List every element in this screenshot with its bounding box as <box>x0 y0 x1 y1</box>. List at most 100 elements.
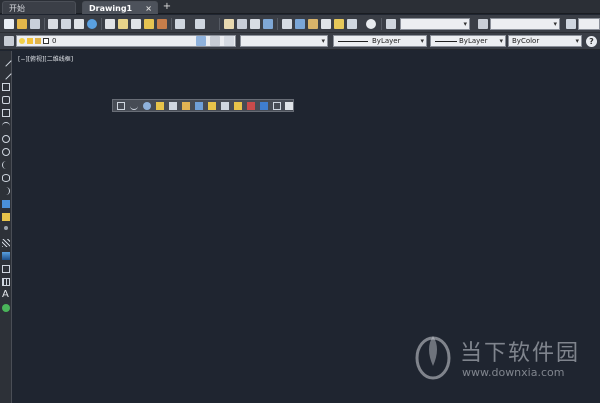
new-tab-button[interactable]: + <box>162 1 172 12</box>
ellipse-arc-icon[interactable] <box>2 187 10 195</box>
make-block-icon[interactable] <box>2 213 10 221</box>
text-style-dropdown[interactable]: ▾ <box>400 18 470 30</box>
field-icon[interactable] <box>195 102 203 110</box>
linetype-preview <box>338 41 368 42</box>
measure-icon[interactable] <box>156 102 164 110</box>
redo-icon[interactable] <box>195 19 205 29</box>
print-icon[interactable] <box>48 19 58 29</box>
multiline-text-glyph: A <box>2 289 9 300</box>
flag-icon[interactable] <box>247 102 255 110</box>
chevron-down-icon: ▾ <box>420 37 424 45</box>
toolbar-separator <box>44 18 45 30</box>
globe-icon[interactable] <box>87 19 97 29</box>
sun-freeze-icon[interactable] <box>27 38 33 44</box>
hatch-icon[interactable] <box>2 239 10 247</box>
document-tab-bar: 开始 Drawing1 × + <box>0 0 600 14</box>
plot-preview-icon[interactable] <box>61 19 71 29</box>
polyline-icon[interactable] <box>2 83 10 91</box>
table-style-icon[interactable] <box>566 19 576 29</box>
fill-icon[interactable] <box>208 102 216 110</box>
chevron-down-icon: ▾ <box>553 20 557 28</box>
match-properties-icon[interactable] <box>144 19 154 29</box>
cut-icon[interactable] <box>105 19 115 29</box>
point-icon[interactable] <box>4 226 8 230</box>
polygon-icon[interactable] <box>2 96 10 104</box>
layer-previous-icon[interactable] <box>210 36 220 46</box>
zoom-realtime-icon[interactable] <box>237 19 247 29</box>
plot-style-value: ByColor <box>512 37 540 45</box>
tab-home-label: 开始 <box>9 4 25 13</box>
zoom-previous-icon[interactable] <box>263 19 273 29</box>
lightbulb-icon[interactable] <box>19 38 25 44</box>
publish-icon[interactable] <box>74 19 84 29</box>
standard-toolbar: ▾ ▾ <box>0 15 600 33</box>
multiline-text-icon[interactable]: A <box>2 289 10 300</box>
layer-states-icon[interactable] <box>224 36 234 46</box>
table-style-dropdown[interactable] <box>578 18 600 30</box>
watermark-brand-text: 当下软件园 <box>460 341 581 366</box>
dimension-style-icon[interactable] <box>478 19 488 29</box>
make-current-layer-icon[interactable] <box>196 36 206 46</box>
viewport-controls-label[interactable]: [−][俯视][二维线框] <box>18 54 73 63</box>
design-center-icon[interactable] <box>295 19 305 29</box>
gear-icon[interactable] <box>143 102 151 110</box>
color-control-dropdown[interactable]: ▾ <box>240 35 328 47</box>
layer-tool-icon[interactable] <box>234 102 242 110</box>
text-edit-icon[interactable] <box>182 102 190 110</box>
linetype-dropdown[interactable]: ByLayer ▾ <box>333 35 427 47</box>
attribute-icon[interactable] <box>273 102 281 110</box>
properties-icon[interactable] <box>282 19 292 29</box>
rectangle-icon[interactable] <box>2 109 10 117</box>
paste-icon[interactable] <box>131 19 141 29</box>
insert-block-icon[interactable] <box>2 200 10 208</box>
draw-toolbar: A <box>0 51 12 403</box>
block-editor-icon[interactable] <box>157 19 167 29</box>
save-icon[interactable] <box>30 19 40 29</box>
arc-icon[interactable] <box>2 122 10 130</box>
gradient-icon[interactable] <box>2 252 10 260</box>
plot-style-dropdown[interactable]: ByColor ▾ <box>508 35 582 47</box>
new-file-icon[interactable] <box>4 19 14 29</box>
dimension-style-dropdown[interactable]: ▾ <box>490 18 560 30</box>
undo-icon[interactable] <box>175 19 185 29</box>
sheet-set-icon[interactable] <box>321 19 331 29</box>
open-folder-icon[interactable] <box>17 19 27 29</box>
lineweight-value: ByLayer <box>459 37 488 45</box>
tab-drawing1[interactable]: Drawing1 × <box>82 1 158 14</box>
table-cell-icon[interactable] <box>221 102 229 110</box>
lock-icon[interactable] <box>35 38 41 44</box>
close-tab-icon[interactable]: × <box>145 2 152 15</box>
help-icon[interactable] <box>366 19 376 29</box>
table-icon[interactable] <box>2 278 10 286</box>
inquiry-icon[interactable] <box>169 102 177 110</box>
floating-toolbar <box>112 99 294 112</box>
toolbar-separator <box>171 18 172 30</box>
color-swatch-icon <box>43 38 49 44</box>
markup-icon[interactable] <box>334 19 344 29</box>
calculator-icon[interactable] <box>347 19 357 29</box>
watermark-url-text: www.downxia.com <box>462 366 565 379</box>
tool-palettes-icon[interactable] <box>308 19 318 29</box>
lineweight-dropdown[interactable]: ByLayer ▾ <box>430 35 506 47</box>
ellipse-icon[interactable] <box>2 174 10 182</box>
text-style-icon[interactable] <box>386 19 396 29</box>
zoom-window-icon[interactable] <box>250 19 260 29</box>
spline-icon[interactable] <box>2 161 10 169</box>
construction-line-icon[interactable] <box>0 68 12 80</box>
region-icon[interactable] <box>2 265 10 273</box>
layer-manager-icon[interactable] <box>4 36 14 46</box>
help-icon[interactable]: ? <box>586 36 597 47</box>
grid-icon[interactable] <box>117 102 125 110</box>
tab-home[interactable]: 开始 <box>2 1 76 14</box>
block-icon[interactable] <box>260 102 268 110</box>
curve-icon[interactable] <box>130 102 138 110</box>
revision-cloud-icon[interactable] <box>2 148 10 156</box>
linetype-value: ByLayer <box>372 37 401 45</box>
add-selected-icon[interactable] <box>2 304 10 312</box>
formula-icon[interactable] <box>285 102 293 110</box>
line-icon[interactable] <box>0 55 12 67</box>
pan-hand-icon[interactable] <box>224 19 234 29</box>
copy-icon[interactable] <box>118 19 128 29</box>
toolbar-separator <box>101 18 102 30</box>
circle-icon[interactable] <box>2 135 10 143</box>
